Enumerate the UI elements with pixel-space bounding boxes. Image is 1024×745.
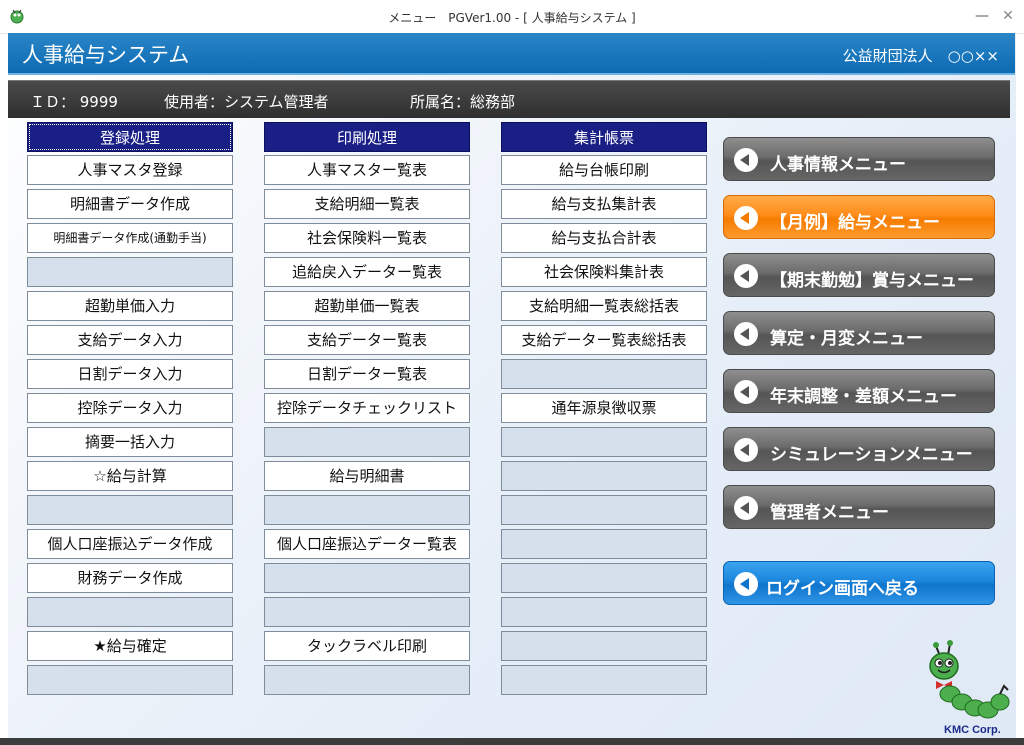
department: 所属名：総務部 xyxy=(410,93,516,111)
registration-item-empty xyxy=(27,665,233,695)
print-item[interactable]: 追給戻入データー覧表 xyxy=(264,257,470,287)
print-item[interactable]: 超勤単価一覧表 xyxy=(264,291,470,321)
registration-item-empty xyxy=(27,597,233,627)
print-item[interactable]: 控除データチェックリスト xyxy=(264,393,470,423)
simulation-menu-button[interactable]: シミュレーションメニュー xyxy=(723,427,995,471)
menu-button-label: 人事情報メニュー xyxy=(770,155,906,175)
bonus-menu-button[interactable]: 【期末勤勉】賞与メニュー xyxy=(723,253,995,297)
menu-button-label: 算定・月変メニュー xyxy=(770,329,923,349)
menu-button-label: シミュレーションメニュー xyxy=(770,445,973,465)
monthly-salary-menu-button[interactable]: 【月例】給与メニュー xyxy=(723,195,995,239)
print-item[interactable]: 給与明細書 xyxy=(264,461,470,491)
left-arrow-icon xyxy=(734,438,758,462)
print-item[interactable]: 支給明細一覧表 xyxy=(264,189,470,219)
summary-item-empty xyxy=(501,359,707,389)
back-to-login-button[interactable]: ログイン画面へ戻る xyxy=(723,561,995,605)
summary-item[interactable]: 社会保険料集計表 xyxy=(501,257,707,287)
registration-item[interactable]: 控除データ入力 xyxy=(27,393,233,423)
year-end-adjustment-menu-button[interactable]: 年末調整・差額メニュー xyxy=(723,369,995,413)
registration-item-empty xyxy=(27,495,233,525)
print-item[interactable]: 日割データー覧表 xyxy=(264,359,470,389)
user-info-bar: ＩＤ： 9999 使用者：システム管理者 所属名：総務部 xyxy=(8,80,1010,118)
print-item[interactable]: 社会保険料一覧表 xyxy=(264,223,470,253)
registration-item[interactable]: ★給与確定 xyxy=(27,631,233,661)
left-arrow-icon xyxy=(734,322,758,346)
column-header-summary: 集計帳票 xyxy=(501,122,707,152)
summary-item[interactable]: 支給明細一覧表総括表 xyxy=(501,291,707,321)
registration-item-empty xyxy=(27,257,233,287)
kmc-logo: KMC Corp. xyxy=(922,640,1014,740)
window-titlebar: メニュー PGVer1.00 - [ 人事給与システム ] — ✕ xyxy=(0,0,1024,34)
print-item-empty xyxy=(264,597,470,627)
print-item-empty xyxy=(264,563,470,593)
taskbar-strip xyxy=(0,738,1024,745)
print-item[interactable]: 個人口座振込データー覧表 xyxy=(264,529,470,559)
organization-name: 公益財団法人 ○○×× xyxy=(842,47,999,65)
registration-item[interactable]: 財務データ作成 xyxy=(27,563,233,593)
summary-item-empty xyxy=(501,461,707,491)
registration-item[interactable]: 個人口座振込データ作成 xyxy=(27,529,233,559)
summary-item-empty xyxy=(501,427,707,457)
print-item[interactable]: 人事マスター覧表 xyxy=(264,155,470,185)
print-item-empty xyxy=(264,665,470,695)
user-name: 使用者：システム管理者 xyxy=(164,93,329,111)
registration-item[interactable]: 日割データ入力 xyxy=(27,359,233,389)
print-item-empty xyxy=(264,495,470,525)
summary-item[interactable]: 給与支払集計表 xyxy=(501,189,707,219)
column-header-print: 印刷処理 xyxy=(264,122,470,152)
summary-item[interactable]: 給与支払合計表 xyxy=(501,223,707,253)
summary-item-empty xyxy=(501,495,707,525)
menu-button-label: 【期末勤勉】賞与メニュー xyxy=(770,271,974,291)
calculation-menu-button[interactable]: 算定・月変メニュー xyxy=(723,311,995,355)
menu-button-label: 管理者メニュー xyxy=(770,503,889,523)
left-arrow-icon xyxy=(734,572,758,596)
menu-button-label: 【月例】給与メニュー xyxy=(770,213,940,233)
user-id: ＩＤ： 9999 xyxy=(30,93,118,111)
hr-info-menu-button[interactable]: 人事情報メニュー xyxy=(723,137,995,181)
summary-item[interactable]: 通年源泉徴収票 xyxy=(501,393,707,423)
summary-item[interactable]: 給与台帳印刷 xyxy=(501,155,707,185)
registration-item[interactable]: 超勤単価入力 xyxy=(27,291,233,321)
print-item-empty xyxy=(264,427,470,457)
summary-item-empty xyxy=(501,529,707,559)
registration-item[interactable]: 摘要一括入力 xyxy=(27,427,233,457)
registration-item[interactable]: 支給データ入力 xyxy=(27,325,233,355)
registration-item[interactable]: 人事マスタ登録 xyxy=(27,155,233,185)
left-arrow-icon xyxy=(734,380,758,404)
admin-menu-button[interactable]: 管理者メニュー xyxy=(723,485,995,529)
summary-item-empty xyxy=(501,563,707,593)
left-arrow-icon xyxy=(734,206,758,230)
registration-item[interactable]: ☆給与計算 xyxy=(27,461,233,491)
registration-item[interactable]: 明細書データ作成 xyxy=(27,189,233,219)
app-title: 人事給与システム xyxy=(22,43,190,67)
menu-button-label: 年末調整・差額メニュー xyxy=(770,387,957,407)
caterpillar-mascot-icon xyxy=(929,640,1010,719)
window-title: メニュー PGVer1.00 - [ 人事給与システム ] xyxy=(388,11,636,25)
left-arrow-icon xyxy=(734,264,758,288)
left-arrow-icon xyxy=(734,148,758,172)
company-name: KMC Corp. xyxy=(944,724,1001,736)
print-item[interactable]: タックラベル印刷 xyxy=(264,631,470,661)
print-item[interactable]: 支給データー覧表 xyxy=(264,325,470,355)
summary-item-empty xyxy=(501,631,707,661)
app-header: 人事給与システム 公益財団法人 ○○×× xyxy=(8,33,1015,75)
left-arrow-icon xyxy=(734,496,758,520)
summary-item-empty xyxy=(501,665,707,695)
summary-item-empty xyxy=(501,597,707,627)
close-button[interactable]: ✕ xyxy=(990,4,1024,28)
column-header-registration: 登録処理 xyxy=(27,122,233,152)
registration-item[interactable]: 明細書データ作成(通勤手当) xyxy=(27,223,233,253)
menu-button-label: ログイン画面へ戻る xyxy=(766,579,919,599)
summary-item[interactable]: 支給データー覧表総括表 xyxy=(501,325,707,355)
